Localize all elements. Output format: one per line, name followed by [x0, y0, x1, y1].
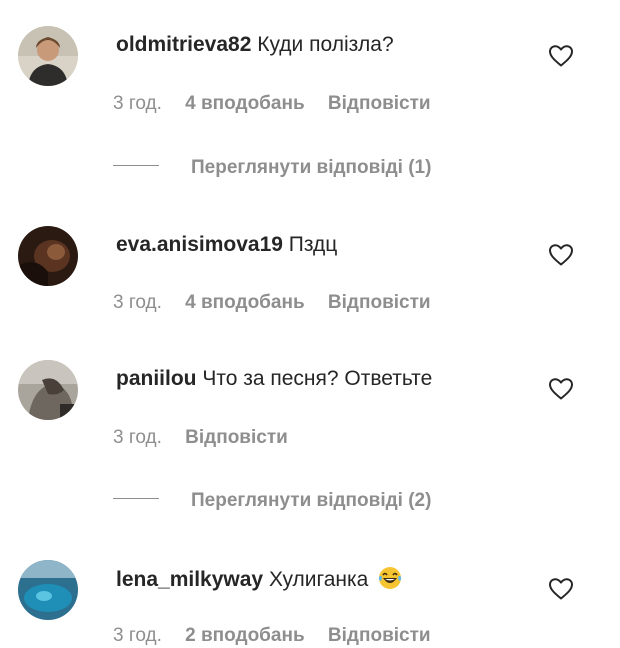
comment-likes[interactable]: 2 вподобань: [185, 625, 304, 646]
comment-body: lena_milkyway Хулиганка: [116, 566, 402, 593]
comment-username[interactable]: lena_milkyway: [116, 568, 263, 591]
view-replies-label: Переглянути відповіді (2): [191, 490, 432, 511]
view-replies-divider: [113, 498, 159, 500]
reply-button[interactable]: Відповісти: [185, 427, 288, 448]
comment-text: Пздц: [288, 233, 338, 256]
comment-text: Куди полізла?: [257, 33, 394, 56]
laughing-tears-emoji-icon: [378, 566, 402, 590]
comment-meta: 3 год. 2 вподобань Відповісти: [113, 624, 449, 648]
view-replies-button[interactable]: Переглянути відповіді (2): [113, 489, 431, 513]
comment-time[interactable]: 3 год.: [113, 292, 162, 313]
reply-button[interactable]: Відповісти: [328, 292, 431, 313]
avatar[interactable]: [18, 360, 78, 420]
like-heart-icon[interactable]: [548, 44, 574, 68]
avatar[interactable]: [18, 226, 78, 286]
avatar[interactable]: [18, 26, 78, 86]
comment-meta: 3 год. Відповісти: [113, 426, 306, 450]
view-replies-button[interactable]: Переглянути відповіді (1): [113, 156, 431, 180]
like-heart-icon[interactable]: [548, 577, 574, 601]
reply-button[interactable]: Відповісти: [328, 625, 431, 646]
comment-likes[interactable]: 4 вподобань: [185, 93, 304, 114]
view-replies-label: Переглянути відповіді (1): [191, 157, 432, 178]
comment-body: oldmitrieva82 Куди полізла?: [116, 32, 394, 58]
comment-text: Хулиганка: [268, 568, 369, 591]
comment-body: eva.anisimova19 Пздц: [116, 232, 337, 258]
like-heart-icon[interactable]: [548, 243, 574, 267]
comment-meta: 3 год. 4 вподобань Відповісти: [113, 291, 449, 315]
reply-button[interactable]: Відповісти: [328, 93, 431, 114]
comment-username[interactable]: oldmitrieva82: [116, 33, 251, 56]
comment-time[interactable]: 3 год.: [113, 93, 162, 114]
comment-username[interactable]: eva.anisimova19: [116, 233, 283, 256]
avatar[interactable]: [18, 560, 78, 620]
view-replies-divider: [113, 165, 159, 167]
comment-time[interactable]: 3 год.: [113, 625, 162, 646]
comment-meta: 3 год. 4 вподобань Відповісти: [113, 92, 449, 116]
comment-likes[interactable]: 4 вподобань: [185, 292, 304, 313]
comment-username[interactable]: paniilou: [116, 367, 197, 390]
comment-text: Что за песня? Ответьте: [202, 367, 433, 390]
comment-time[interactable]: 3 год.: [113, 427, 162, 448]
comment-body: paniilou Что за песня? Ответьте: [116, 366, 432, 392]
like-heart-icon[interactable]: [548, 377, 574, 401]
